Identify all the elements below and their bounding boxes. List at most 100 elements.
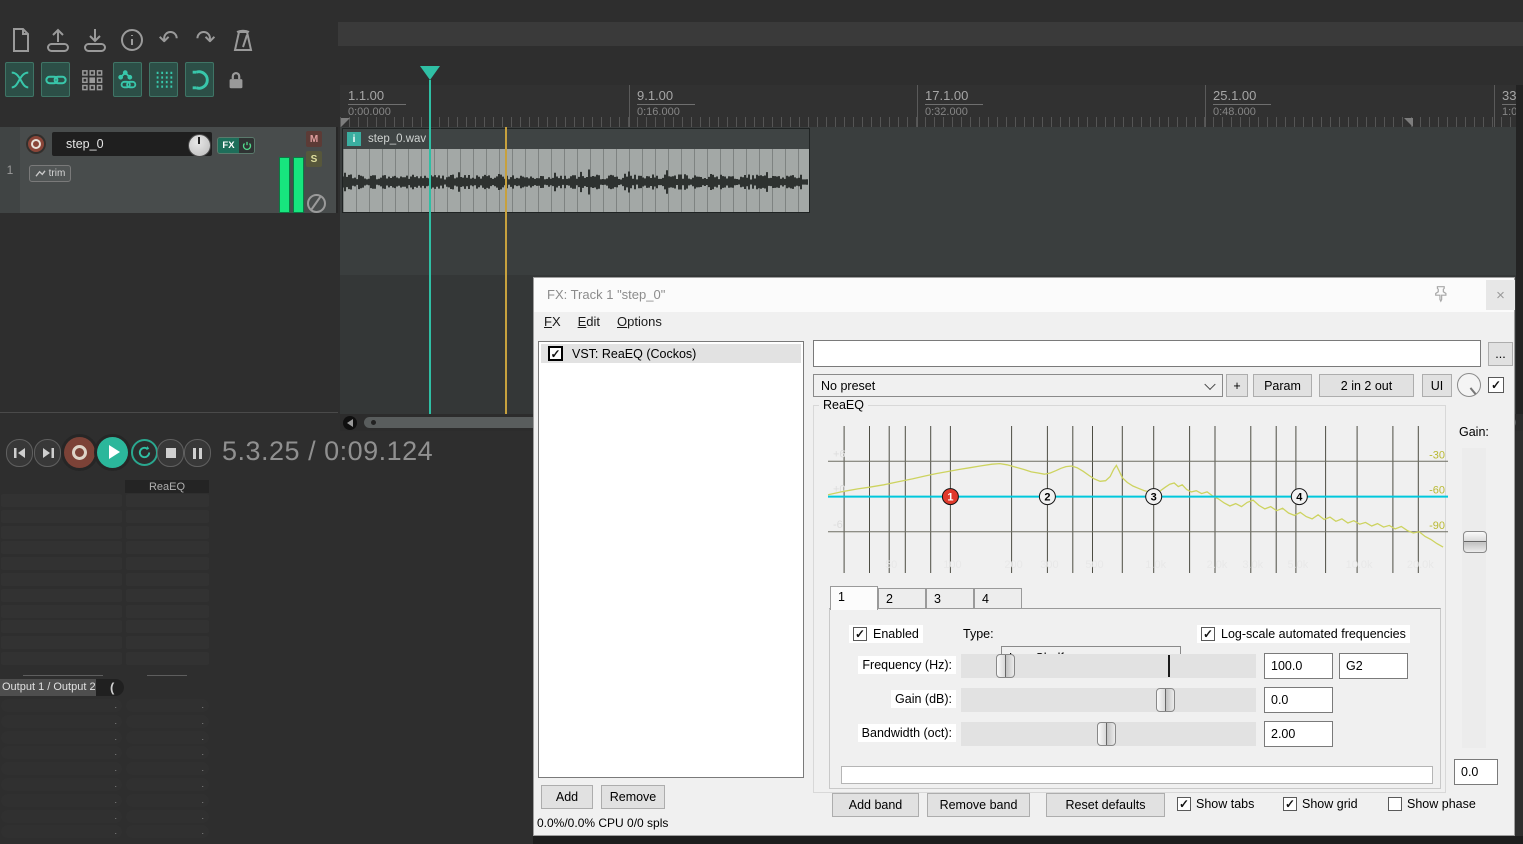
metronome-icon — [230, 27, 256, 53]
go-to-start-button[interactable] — [6, 439, 33, 467]
metronome-button[interactable] — [228, 22, 257, 57]
plugin-enabled-checkbox[interactable] — [548, 346, 563, 361]
track-fx-button[interactable]: FX — [217, 137, 255, 154]
ui-toggle-button[interactable]: UI — [1422, 374, 1452, 397]
io-routing-button[interactable]: 2 in 2 out — [1319, 374, 1414, 397]
master-gain-value-input[interactable]: 0.0 — [1454, 759, 1498, 785]
remove-fx-button[interactable]: Remove — [601, 785, 665, 809]
log-scale-control[interactable]: Log-scale automated frequencies — [1197, 625, 1410, 643]
play-cursor-handle[interactable] — [420, 66, 440, 80]
item-grouping-button[interactable] — [41, 62, 70, 97]
show-grid-control[interactable]: Show grid — [1283, 797, 1358, 811]
show-grid-checkbox[interactable] — [1283, 797, 1297, 811]
fx-wet-enabled-checkbox[interactable] — [1488, 377, 1504, 393]
fx-chain-window[interactable]: FX: Track 1 "step_0" FX Edit Options VST: … — [533, 277, 1515, 836]
fx-more-button[interactable]: ... — [1488, 342, 1513, 366]
frequency-note-input[interactable]: G2 — [1339, 653, 1408, 679]
menu-edit[interactable]: Edit — [578, 314, 600, 329]
media-item-header[interactable]: step_0.wav — [343, 129, 809, 149]
show-tabs-control[interactable]: Show tabs — [1177, 797, 1254, 811]
show-phase-checkbox[interactable] — [1388, 797, 1402, 811]
stop-button[interactable] — [157, 439, 184, 467]
master-gain-slider[interactable] — [1462, 448, 1486, 748]
fx-chain-item[interactable]: VST: ReaEQ (Cockos) — [541, 344, 801, 363]
band-gain-slider-thumb[interactable] — [1156, 688, 1175, 712]
menu-fx[interactable]: FX — [544, 314, 561, 329]
track-output-routing-button[interactable]: Output 1 / Output 2 ( — [0, 679, 124, 696]
power-icon — [242, 141, 252, 151]
bandwidth-slider[interactable] — [961, 722, 1256, 746]
envelope-points-move-button[interactable] — [113, 62, 142, 97]
band-enabled-checkbox[interactable] — [853, 627, 867, 641]
media-item[interactable]: step_0.wav — [342, 128, 810, 213]
save-project-button[interactable] — [80, 22, 109, 57]
band-tab-2[interactable]: 2 — [878, 588, 926, 608]
band-tab-4[interactable]: 4 — [974, 588, 1022, 608]
master-gain-slider-thumb[interactable] — [1463, 531, 1487, 553]
new-project-button[interactable] — [6, 22, 35, 57]
track-meter-left — [279, 157, 290, 213]
band-gain-slider[interactable] — [961, 688, 1256, 712]
band-gain-value-input[interactable]: 0.0 — [1264, 687, 1333, 713]
record-button[interactable] — [64, 437, 95, 468]
media-item-waveform-area[interactable] — [343, 149, 809, 212]
bandwidth-slider-thumb[interactable] — [1097, 722, 1116, 746]
add-fx-button[interactable]: Add — [541, 785, 593, 809]
frequency-slider-thumb[interactable] — [996, 654, 1015, 678]
ripple-edit-button[interactable] — [185, 62, 214, 97]
dock-row — [1, 573, 122, 586]
trim-envelope-button[interactable]: trim — [29, 165, 71, 182]
save-preset-button[interactable]: + — [1226, 374, 1248, 397]
track-number[interactable]: 1 — [0, 127, 20, 213]
snap-to-grid-button[interactable] — [149, 62, 178, 97]
phase-invert-button[interactable] — [307, 194, 326, 213]
dock-row — [1, 620, 122, 633]
redo-button[interactable]: ↷ — [191, 22, 220, 57]
undo-button[interactable]: ↶ — [154, 22, 183, 57]
remove-band-button[interactable]: Remove band — [927, 793, 1030, 817]
mute-button[interactable]: M — [306, 131, 322, 147]
fx-window-close-button[interactable] — [1486, 280, 1515, 310]
repeat-button[interactable] — [131, 439, 158, 466]
preset-dropdown[interactable]: No preset — [813, 374, 1223, 397]
dock-row — [126, 541, 209, 554]
transport-time-display[interactable]: 5.3.25 / 0:09.124 — [222, 436, 433, 467]
show-phase-control[interactable]: Show phase — [1388, 797, 1476, 811]
scroll-left-button[interactable] — [343, 416, 357, 430]
auto-crossfade-button[interactable] — [5, 62, 34, 97]
frequency-slider[interactable] — [961, 654, 1256, 678]
arrange-vertical-scrollbar[interactable] — [1516, 85, 1523, 414]
band-enabled-label: Enabled — [873, 627, 919, 641]
fx-chain-list[interactable]: VST: ReaEQ (Cockos) — [538, 341, 804, 778]
lock-button[interactable] — [221, 62, 250, 97]
band-tab-3[interactable]: 3 — [926, 588, 974, 608]
pin-window-button[interactable] — [1432, 285, 1450, 305]
fx-comment-field[interactable] — [813, 340, 1481, 367]
go-to-end-button[interactable] — [34, 439, 61, 467]
frequency-value-input[interactable]: 100.0 — [1264, 653, 1333, 679]
play-button[interactable] — [97, 437, 128, 468]
track-volume-knob[interactable] — [188, 134, 211, 157]
reset-defaults-button[interactable]: Reset defaults — [1046, 793, 1165, 817]
log-scale-checkbox[interactable] — [1201, 627, 1215, 641]
fx-enable-section[interactable] — [239, 138, 254, 153]
fx-window-title: FX: Track 1 "step_0" — [547, 287, 665, 302]
band-enabled-control[interactable]: Enabled — [849, 625, 923, 643]
bandwidth-value-input[interactable]: 2.00 — [1264, 721, 1333, 747]
add-band-button[interactable]: Add band — [832, 793, 919, 817]
wet-dry-knob[interactable] — [1457, 373, 1481, 397]
menu-options[interactable]: Options — [617, 314, 662, 329]
dock-fx-header[interactable]: ReaEQ — [125, 480, 209, 493]
record-arm-button[interactable] — [26, 134, 46, 154]
eq-frequency-graph[interactable]: 501002003005001.0k2.0k3.0k5.0k10.0k20.0k… — [828, 426, 1448, 573]
param-button[interactable]: Param — [1253, 374, 1312, 397]
show-tabs-checkbox[interactable] — [1177, 797, 1191, 811]
band-tab-1[interactable]: 1 — [830, 586, 878, 610]
project-info-button[interactable] — [117, 22, 146, 57]
open-project-button[interactable] — [43, 22, 72, 57]
solo-button[interactable]: S — [306, 151, 322, 167]
fx-window-menubar[interactable]: FX Edit Options — [544, 314, 662, 329]
item-edit-grid-button[interactable] — [77, 62, 106, 97]
pause-button[interactable] — [184, 439, 211, 467]
fx-window-titlebar[interactable] — [534, 278, 1514, 312]
